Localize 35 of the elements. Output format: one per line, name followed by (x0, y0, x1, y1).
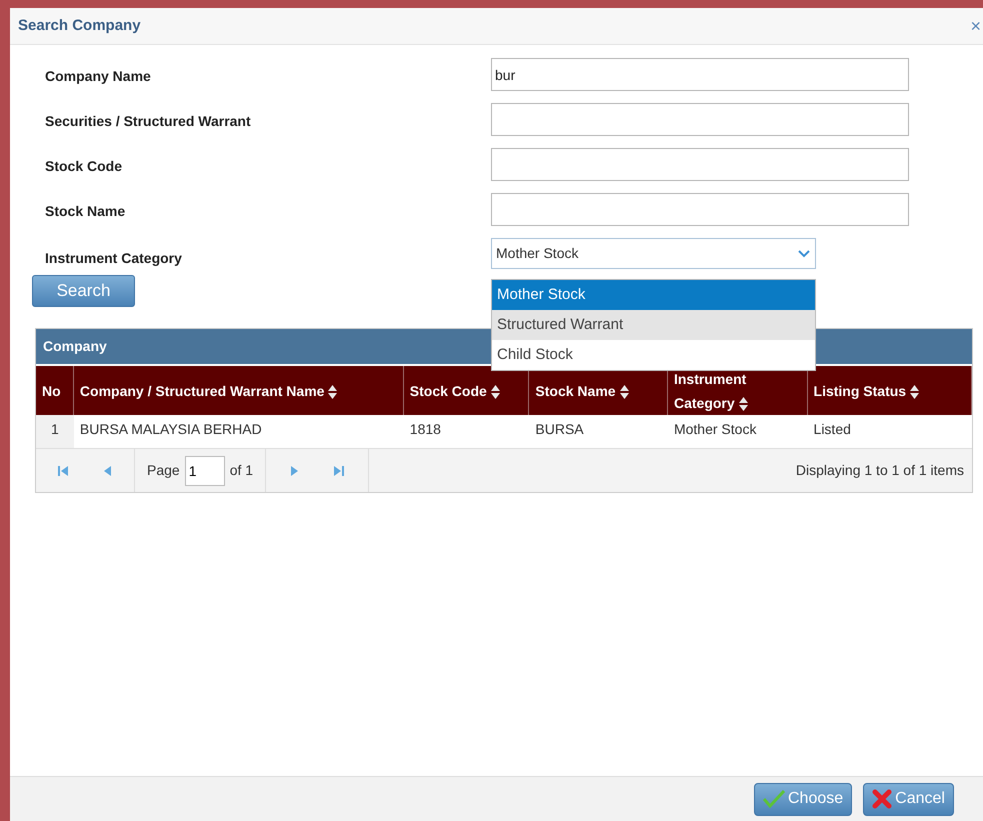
table-cell-text: 1818 (408, 420, 442, 439)
chevron-icon (797, 248, 811, 258)
window-title: Search Company (18, 16, 141, 36)
sort-icon (620, 384, 629, 399)
table-cell-text: BURSA (534, 420, 585, 439)
input-field[interactable] (491, 103, 909, 136)
field-label: Company Name (44, 67, 152, 86)
input-field[interactable] (491, 148, 909, 181)
dropdown-option[interactable]: Mother Stock (492, 280, 815, 310)
last-page-icon[interactable] (332, 464, 346, 478)
page-input[interactable]: 1 (184, 456, 225, 486)
field-label: Instrument Category (44, 249, 183, 268)
panel-title: Company (43, 337, 107, 356)
first-page-icon[interactable] (56, 464, 70, 478)
page-count: of 1 (230, 461, 254, 480)
input-field[interactable] (491, 193, 909, 226)
dropdown-option[interactable]: Structured Warrant (492, 310, 815, 340)
pager-summary: Displaying 1 to 1 of 1 items (796, 461, 965, 480)
select-field[interactable]: Mother Stock (491, 238, 816, 269)
check-icon (763, 790, 785, 808)
sort-icon (328, 384, 338, 399)
field-label: Securities / Structured Warrant (44, 112, 252, 131)
field-label: Stock Code (44, 157, 124, 176)
cross-icon (872, 789, 892, 809)
input-field[interactable]: bur (491, 58, 909, 91)
sort-icon (738, 396, 748, 411)
close-button[interactable]: × (970, 12, 981, 40)
sort-icon (910, 384, 920, 399)
table-cell-text: BURSA MALAYSIA BERHAD (78, 420, 263, 439)
table-cell-text: Listed (812, 420, 852, 439)
page-label: Page (147, 461, 180, 480)
field-label: Stock Name (44, 202, 126, 221)
sort-icon (490, 384, 500, 399)
table-cell: 1 (36, 415, 74, 448)
table-cell-text: Mother Stock (672, 420, 758, 439)
